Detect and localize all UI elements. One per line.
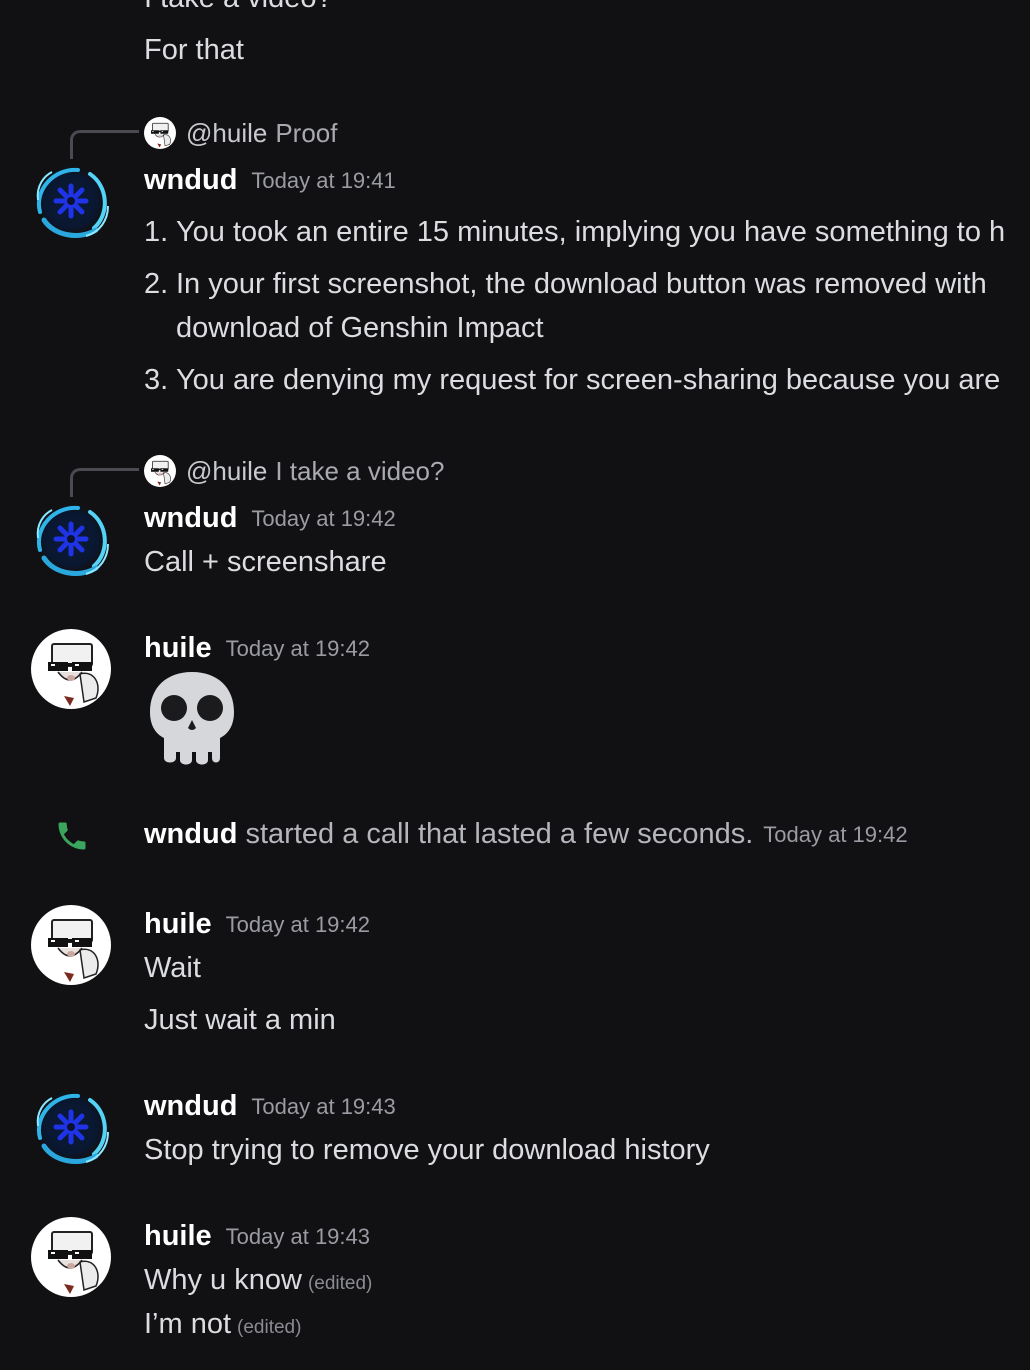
timestamp: Today at 19:42 (225, 912, 371, 938)
timestamp: Today at 19:42 (251, 506, 396, 532)
username[interactable]: wndud (144, 818, 237, 850)
message-text: Just wait a min (144, 1004, 336, 1036)
list-item: 2. In your first screenshot, the download… (144, 262, 1005, 306)
list-text: You are denying my request for screen-sh… (176, 364, 1001, 396)
reply-text: Proof (275, 117, 338, 148)
reply-text: I take a video? (275, 455, 445, 486)
edited-label: (edited) (237, 1317, 302, 1338)
timestamp: Today at 19:43 (225, 1224, 371, 1250)
reply-avatar (144, 117, 176, 149)
username[interactable]: huile (144, 908, 212, 940)
list-number: 1. (144, 216, 169, 248)
timestamp: Today at 19:42 (763, 822, 908, 848)
ordered-list: 1. You took an entire 15 minutes, implyin… (144, 210, 1005, 402)
username[interactable]: wndud (144, 1090, 237, 1122)
list-text: You took an entire 15 minutes, implying … (176, 216, 1006, 248)
username[interactable]: huile (144, 632, 212, 664)
timestamp: Today at 19:42 (225, 636, 371, 662)
username[interactable]: huile (144, 1220, 212, 1252)
timestamp: Today at 19:41 (251, 168, 396, 194)
reply-spine (70, 130, 139, 159)
list-number: 2. (144, 268, 169, 300)
list-item-continuation: download of Genshin Impact (144, 306, 1005, 350)
list-text: In your first screenshot, the download b… (176, 268, 987, 300)
reply-avatar (144, 455, 176, 487)
list-number: 3. (144, 364, 169, 396)
phone-icon (54, 818, 90, 854)
avatar[interactable] (30, 1086, 112, 1168)
message-text: Why u know (144, 1264, 302, 1296)
list-text: download of Genshin Impact (176, 312, 544, 344)
avatar[interactable] (30, 1216, 112, 1298)
call-description: started a call that lasted a few seconds… (245, 818, 754, 850)
reply-mention[interactable]: @huile (186, 118, 267, 149)
avatar[interactable] (30, 628, 112, 710)
message-text: I’m not (144, 1308, 232, 1340)
username[interactable]: wndud (144, 164, 237, 196)
message-text: Wait (144, 952, 201, 984)
skull-emoji (146, 668, 238, 768)
timestamp: Today at 19:43 (251, 1094, 396, 1120)
message-text: Call + screenshare (144, 546, 387, 578)
avatar[interactable] (30, 904, 112, 986)
avatar[interactable] (30, 160, 112, 242)
partial-message-line: I take a video? (144, 0, 333, 16)
list-item: 1. You took an entire 15 minutes, implyin… (144, 210, 1005, 254)
reply-preview[interactable]: @huile I take a video? (144, 454, 444, 488)
username[interactable]: wndud (144, 502, 237, 534)
avatar[interactable] (30, 498, 112, 580)
message-line: For that (144, 34, 244, 66)
reply-spine (70, 468, 139, 497)
edited-label: (edited) (307, 1273, 373, 1294)
message-text: Stop trying to remove your download hist… (144, 1134, 710, 1166)
list-item: 3. You are denying my request for screen-… (144, 358, 1005, 402)
reply-mention[interactable]: @huile (186, 456, 267, 487)
reply-preview[interactable]: @huile Proof (144, 116, 337, 150)
